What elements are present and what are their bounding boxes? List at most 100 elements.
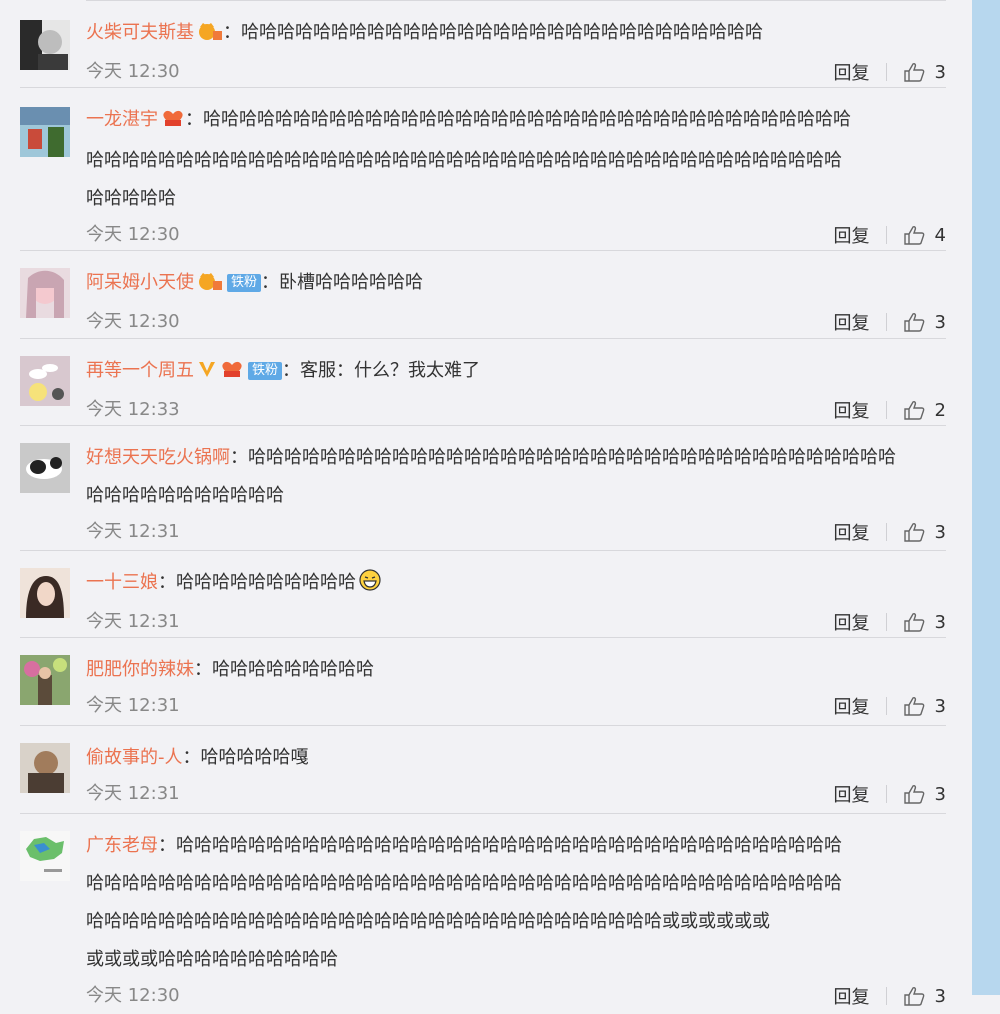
comment-item: 一龙湛宇 ：哈哈哈哈哈哈哈哈哈哈哈哈哈哈哈哈哈哈哈哈哈哈哈哈哈哈哈哈哈哈哈哈哈哈哈… <box>20 88 946 251</box>
username[interactable]: 火柴可夫斯基 <box>86 22 194 43</box>
crown-badge-icon[interactable] <box>197 17 223 55</box>
like-count: 3 <box>934 61 946 83</box>
comment-time: 今天 12:33 <box>86 399 180 420</box>
thumbs-up-icon <box>903 523 924 542</box>
thumbs-up-icon <box>903 313 924 332</box>
comment-time: 今天 12:30 <box>86 311 180 332</box>
comment-text: ：哈哈哈哈哈哈哈哈哈哈 <box>158 572 356 593</box>
thumbs-up-icon <box>903 613 924 632</box>
thumbs-up-icon <box>903 226 924 245</box>
like-count: 4 <box>934 224 946 246</box>
divider <box>885 313 887 331</box>
comment-text: ：哈哈哈哈哈哈哈哈哈哈哈哈哈哈哈哈哈哈哈哈哈哈哈哈哈哈哈哈哈哈哈哈哈哈哈哈 <box>230 447 896 468</box>
reply-button[interactable]: 回复 <box>834 519 870 545</box>
like-count: 3 <box>934 521 946 543</box>
like-button[interactable]: 3 <box>903 986 946 1007</box>
avatar[interactable] <box>20 107 70 157</box>
like-button[interactable]: 3 <box>903 312 946 333</box>
comment-item: 阿呆姆小天使 铁粉 ：卧槽哈哈哈哈哈哈 今天 12:30 回复 3 <box>20 251 946 339</box>
comment-time: 今天 12:31 <box>86 695 180 716</box>
comment-item: 广东老母：哈哈哈哈哈哈哈哈哈哈哈哈哈哈哈哈哈哈哈哈哈哈哈哈哈哈哈哈哈哈哈哈哈哈哈… <box>20 814 946 1014</box>
thumbs-up-icon <box>903 987 924 1006</box>
comment-time: 今天 12:30 <box>86 224 180 245</box>
comment-time: 今天 12:31 <box>86 521 180 542</box>
comment-time: 今天 12:30 <box>86 61 180 82</box>
like-button[interactable]: 3 <box>903 696 946 717</box>
reply-button[interactable]: 回复 <box>834 609 870 635</box>
fan-badge[interactable]: 铁粉 <box>227 274 262 292</box>
comment-text: 哈哈哈哈哈哈哈哈哈哈哈哈哈哈哈哈哈哈哈哈哈哈哈哈哈哈哈哈哈哈哈哈或或或或或或 <box>86 911 770 932</box>
like-button[interactable]: 3 <box>903 62 946 83</box>
username[interactable]: 广东老母 <box>86 835 158 856</box>
like-count: 3 <box>934 783 946 805</box>
username[interactable]: 一十三娘 <box>86 572 158 593</box>
comment-text: ：哈哈哈哈哈哈哈哈哈 <box>194 659 374 680</box>
like-count: 3 <box>934 311 946 333</box>
comment-item: 火柴可夫斯基 ：哈哈哈哈哈哈哈哈哈哈哈哈哈哈哈哈哈哈哈哈哈哈哈哈哈哈哈哈哈 今天 … <box>20 1 946 88</box>
comment-text: 哈哈哈哈哈哈哈哈哈哈哈哈哈哈哈哈哈哈哈哈哈哈哈哈哈哈哈哈哈哈哈哈哈哈哈哈哈哈哈哈… <box>86 150 842 171</box>
like-button[interactable]: 3 <box>903 612 946 633</box>
comment-item: 再等一个周五 铁粉 ：客服：什么？我太难了 今天 12:33 回复 2 <box>20 339 946 426</box>
avatar[interactable] <box>20 655 70 705</box>
comment-item: 偷故事的-人：哈哈哈哈哈嘎 今天 12:31 回复 3 <box>20 726 946 814</box>
comment-time: 今天 12:31 <box>86 783 180 804</box>
comment-time: 今天 12:30 <box>86 985 180 1006</box>
crown-badge-icon[interactable] <box>197 267 223 305</box>
comment-text: ：哈哈哈哈哈哈哈哈哈哈哈哈哈哈哈哈哈哈哈哈哈哈哈哈哈哈哈哈哈哈哈哈哈哈哈哈 <box>185 109 851 130</box>
username[interactable]: 肥肥你的辣妹 <box>86 659 194 680</box>
avatar[interactable] <box>20 268 70 318</box>
avatar[interactable] <box>20 831 70 881</box>
comment-panel: 火柴可夫斯基 ：哈哈哈哈哈哈哈哈哈哈哈哈哈哈哈哈哈哈哈哈哈哈哈哈哈哈哈哈哈 今天 … <box>0 0 972 1008</box>
reply-button[interactable]: 回复 <box>834 983 870 1009</box>
username[interactable]: 偷故事的-人 <box>86 747 183 768</box>
divider <box>885 63 887 81</box>
comment-text: ：卧槽哈哈哈哈哈哈 <box>261 272 424 293</box>
avatar[interactable] <box>20 568 70 618</box>
grin-emoji-icon <box>359 567 381 605</box>
divider <box>885 523 887 541</box>
divider <box>885 401 887 419</box>
like-count: 3 <box>934 985 946 1007</box>
scrollbar-track[interactable] <box>972 0 1000 995</box>
vip-heart-badge-icon[interactable] <box>220 355 244 393</box>
reply-button[interactable]: 回复 <box>834 309 870 335</box>
avatar[interactable] <box>20 743 70 793</box>
like-count: 3 <box>934 695 946 717</box>
comment-text: 或或或或哈哈哈哈哈哈哈哈哈哈 <box>86 949 338 970</box>
comment-item: 肥肥你的辣妹：哈哈哈哈哈哈哈哈哈 今天 12:31 回复 3 <box>20 638 946 726</box>
like-button[interactable]: 4 <box>903 225 946 246</box>
like-button[interactable]: 3 <box>903 784 946 805</box>
verified-v-icon[interactable] <box>197 355 217 393</box>
reply-button[interactable]: 回复 <box>834 222 870 248</box>
reply-button[interactable]: 回复 <box>834 693 870 719</box>
username[interactable]: 再等一个周五 <box>86 360 194 381</box>
reply-button[interactable]: 回复 <box>834 397 870 423</box>
avatar[interactable] <box>20 20 70 70</box>
thumbs-up-icon <box>903 785 924 804</box>
avatar[interactable] <box>20 356 70 406</box>
divider <box>885 613 887 631</box>
username[interactable]: 阿呆姆小天使 <box>86 272 194 293</box>
thumbs-up-icon <box>903 697 924 716</box>
comment-text: ：哈哈哈哈哈嘎 <box>182 747 309 768</box>
fan-badge[interactable]: 铁粉 <box>248 362 283 380</box>
reply-button[interactable]: 回复 <box>834 781 870 807</box>
username[interactable]: 好想天天吃火锅啊 <box>86 447 230 468</box>
like-count: 2 <box>934 399 946 421</box>
comment-item: 一十三娘：哈哈哈哈哈哈哈哈哈哈 今天 12:31 回复 3 <box>20 551 946 638</box>
like-count: 3 <box>934 611 946 633</box>
like-button[interactable]: 3 <box>903 522 946 543</box>
comment-list: 火柴可夫斯基 ：哈哈哈哈哈哈哈哈哈哈哈哈哈哈哈哈哈哈哈哈哈哈哈哈哈哈哈哈哈 今天 … <box>20 0 946 1014</box>
comment-item: 好想天天吃火锅啊：哈哈哈哈哈哈哈哈哈哈哈哈哈哈哈哈哈哈哈哈哈哈哈哈哈哈哈哈哈哈哈… <box>20 426 946 551</box>
divider <box>885 226 887 244</box>
like-button[interactable]: 2 <box>903 400 946 421</box>
comment-text: ：客服：什么？我太难了 <box>282 360 481 381</box>
comment-text: 哈哈哈哈哈 <box>86 188 176 209</box>
comment-text: ：哈哈哈哈哈哈哈哈哈哈哈哈哈哈哈哈哈哈哈哈哈哈哈哈哈哈哈哈哈 <box>223 22 763 43</box>
avatar[interactable] <box>20 443 70 493</box>
vip-heart-badge-icon[interactable] <box>161 104 185 142</box>
username[interactable]: 一龙湛宇 <box>86 109 158 130</box>
reply-button[interactable]: 回复 <box>834 59 870 85</box>
thumbs-up-icon <box>903 401 924 420</box>
comment-text: 哈哈哈哈哈哈哈哈哈哈哈 <box>86 485 284 506</box>
